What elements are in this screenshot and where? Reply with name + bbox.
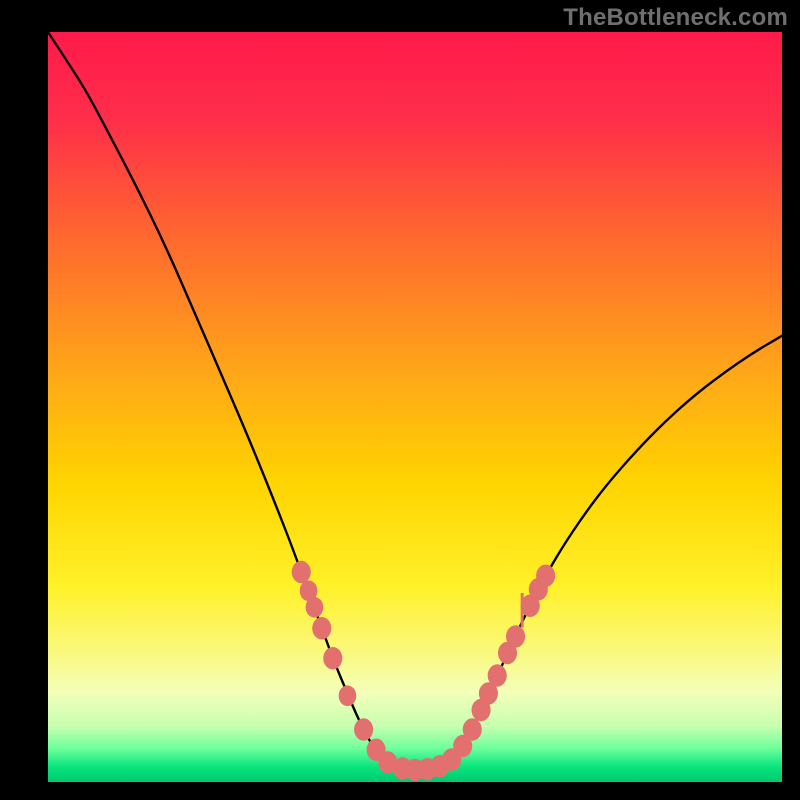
plot-background [48,32,782,782]
watermark-text: TheBottleneck.com [563,4,788,32]
data-marker [292,561,311,583]
data-marker [536,565,555,587]
data-marker [463,718,482,740]
chart-container: TheBottleneck.com [0,0,800,800]
data-marker [506,625,525,647]
data-marker [354,718,373,740]
data-marker [306,597,324,618]
data-marker [312,617,331,639]
data-marker [323,647,342,669]
data-marker [488,664,507,686]
data-marker [339,685,357,706]
chart-svg [0,0,800,800]
